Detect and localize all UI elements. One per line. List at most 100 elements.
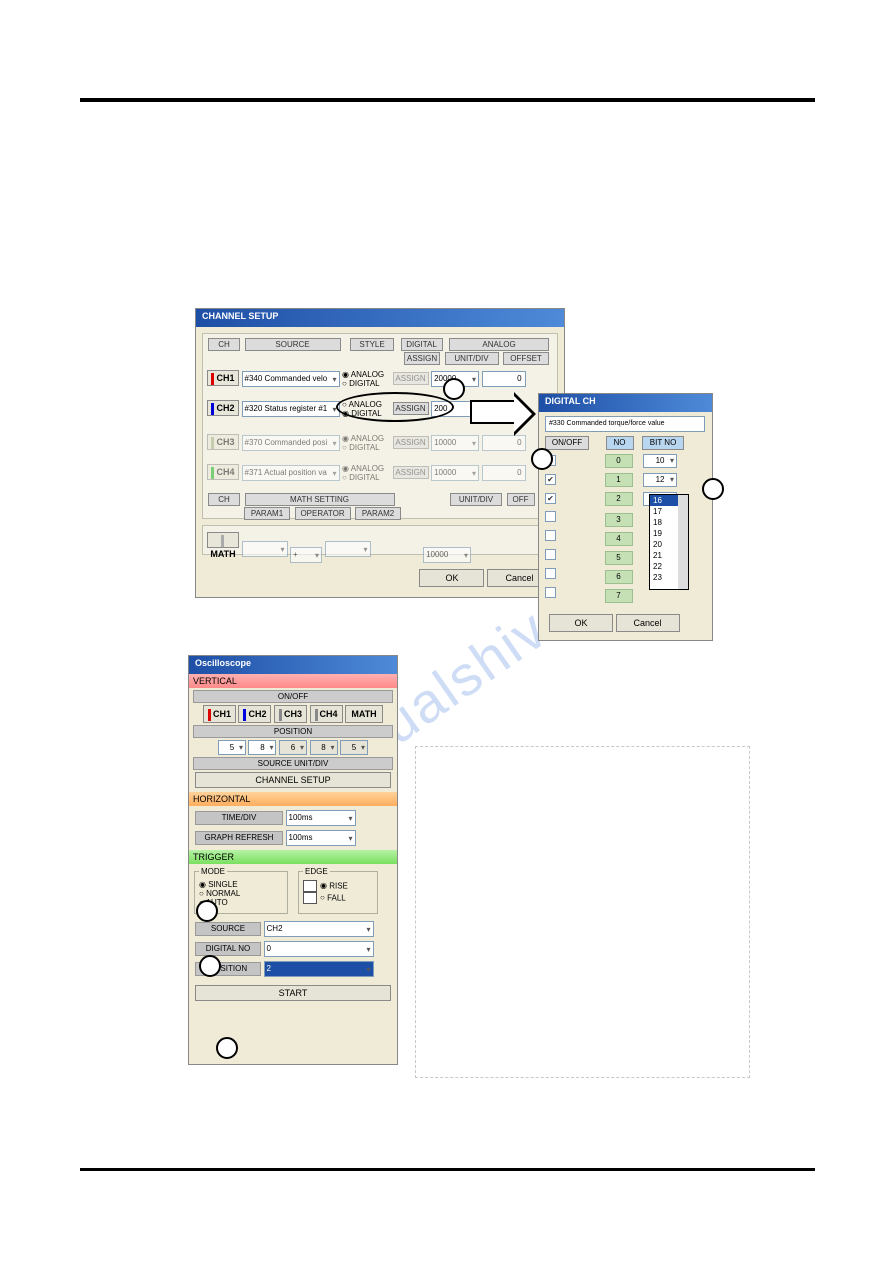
annotation-ellipse [336,392,454,422]
timediv-combo[interactable]: 100ms [286,810,356,826]
dcrow1-bit[interactable]: 12 [643,473,677,487]
ch4-source-combo[interactable]: #371 Actual position va [242,465,340,481]
trigger-digno-combo[interactable]: 0 [264,941,374,957]
refresh-combo[interactable]: 100ms [286,830,356,846]
ch4-unitdiv-combo[interactable]: 10000 [431,465,479,481]
refresh-label: GRAPH REFRESH [195,831,283,845]
header-unitdiv: UNIT/DIV [445,352,499,365]
dcrow0-bit[interactable]: 10 [643,454,677,468]
annotation-callout-2 [531,448,553,470]
oscilloscope-titlebar: Oscilloscope [189,656,397,674]
header-analog: ANALOG [449,338,549,351]
mode-normal-radio[interactable]: NORMAL [199,889,283,898]
channel-setup-ok-button[interactable]: OK [419,569,484,587]
annotation-callout-1 [443,378,465,400]
ch4-analog-radio[interactable]: ANALOG [342,464,390,473]
trigger-position-combo[interactable]: 2 [264,961,374,977]
ch3-analog-radio[interactable]: ANALOG [342,434,390,443]
ch3-row: CH3 #370 Commanded posi ANALOG DIGITAL A… [207,434,557,456]
ch4-digital-radio[interactable]: DIGITAL [342,473,390,482]
edge-fieldset: EDGE RISE FALL [298,867,378,914]
pos2-combo[interactable]: 8 [248,740,276,755]
digital-ch-window: DIGITAL CH #330 Commanded torque/force v… [538,393,713,641]
ch4-button[interactable]: CH4 [310,705,343,723]
digital-ch-ok-button[interactable]: OK [549,614,613,632]
ch2-button[interactable]: CH2 [238,705,271,723]
math-param1-header: PARAM1 [244,507,290,520]
ch1-offset-input[interactable]: 0 [482,371,526,387]
ch4-assign-button[interactable]: ASSIGN [393,466,429,479]
ch1-button[interactable]: CH1 [203,705,236,723]
dcrow2-no: 2 [605,492,633,506]
math-operator-header: OPERATOR [295,507,351,520]
math-param2-combo[interactable] [325,541,371,557]
pos3-combo[interactable]: 6 [279,740,307,755]
horizontal-section-header: HORIZONTAL [189,792,397,806]
channel-setup-buttons: OK Cancel [419,569,552,587]
digital-ch-cancel-button[interactable]: Cancel [616,614,680,632]
channel-setup-titlebar: CHANNEL SETUP [196,309,564,327]
dcrow3-check[interactable] [545,511,556,522]
math-param1-combo[interactable] [242,541,288,557]
ch3-digital-radio[interactable]: DIGITAL [342,443,390,452]
digital-ch-buttons: OK Cancel [549,614,680,632]
source-unitdiv-label: SOURCE UNIT/DIV [193,757,393,770]
digital-ch-bitno-header: BIT NO [642,436,684,450]
edge-legend: EDGE [303,867,330,876]
dcrow4-check[interactable] [545,530,556,541]
ch1-source-combo[interactable]: #340 Commanded velo [242,371,340,387]
start-button[interactable]: START [195,985,391,1001]
edge-fall-radio[interactable]: FALL [320,893,346,902]
page-bottom-rule [80,1168,815,1171]
math-button[interactable]: MATH [345,705,383,723]
digital-ch-onoff-header: ON/OFF [545,436,589,450]
annotation-callout-3 [702,478,724,500]
ch3-offset-input[interactable]: 0 [482,435,526,451]
dcrow6-check[interactable] [545,568,556,579]
math-unitdiv-combo[interactable]: 10000 [423,547,471,563]
dcrow2-check[interactable] [545,493,556,504]
ch1-row: CH1 #340 Commanded velo ANALOG DIGITAL A… [207,370,557,392]
trigger-source-combo[interactable]: CH2 [264,921,374,937]
pos5-combo[interactable]: 5 [340,740,368,755]
annotation-callout-5 [199,955,221,977]
dcrow7-check[interactable] [545,587,556,598]
dcrow1-no: 1 [605,473,633,487]
fall-edge-icon [303,892,317,904]
ch2-source-combo[interactable]: #320 Status register #1 [242,401,340,417]
list-scrollbar[interactable] [678,495,688,589]
dcrow1-check[interactable] [545,474,556,485]
ch4-offset-input[interactable]: 0 [482,465,526,481]
digital-ch-columns: ON/OFF NO BIT NO [545,436,684,450]
pos4-combo[interactable]: 8 [310,740,338,755]
trigger-digno-label: DIGITAL NO [195,942,261,956]
edge-rise-radio[interactable]: RISE [320,881,348,890]
header-source: SOURCE [245,338,341,351]
ch4-label: CH4 [207,464,239,480]
ch1-label: CH1 [207,370,239,386]
math-header-unitdiv: UNIT/DIV [450,493,502,506]
mode-single-radio[interactable]: SINGLE [199,880,283,889]
ch3-source-combo[interactable]: #370 Commanded posi [242,435,340,451]
placeholder-box [415,746,750,1078]
header-row-2: ASSIGN UNIT/DIV OFFSET [403,351,550,366]
dcrow3-no: 3 [605,513,633,527]
header-ch: CH [208,338,240,351]
dcrow5-no: 5 [605,551,633,565]
annotation-callout-4 [196,900,218,922]
ch1-digital-radio[interactable]: DIGITAL [342,379,390,388]
trigger-section-header: TRIGGER [189,850,397,864]
math-op-combo[interactable]: + [290,547,322,563]
dcrow6-no: 6 [605,570,633,584]
ch3-unitdiv-combo[interactable]: 10000 [431,435,479,451]
pos1-combo[interactable]: 5 [218,740,246,755]
ch1-assign-button[interactable]: ASSIGN [393,372,429,385]
ch3-assign-button[interactable]: ASSIGN [393,436,429,449]
timediv-label: TIME/DIV [195,811,283,825]
digital-ch-source-field[interactable]: #330 Commanded torque/force value [545,416,705,432]
ch3-button[interactable]: CH3 [274,705,307,723]
dcrow5-check[interactable] [545,549,556,560]
bitno-dropdown-list[interactable]: 16 17 18 19 20 21 22 23 [649,494,689,590]
channel-setup-button[interactable]: CHANNEL SETUP [195,772,391,788]
ch1-analog-radio[interactable]: ANALOG [342,370,390,379]
